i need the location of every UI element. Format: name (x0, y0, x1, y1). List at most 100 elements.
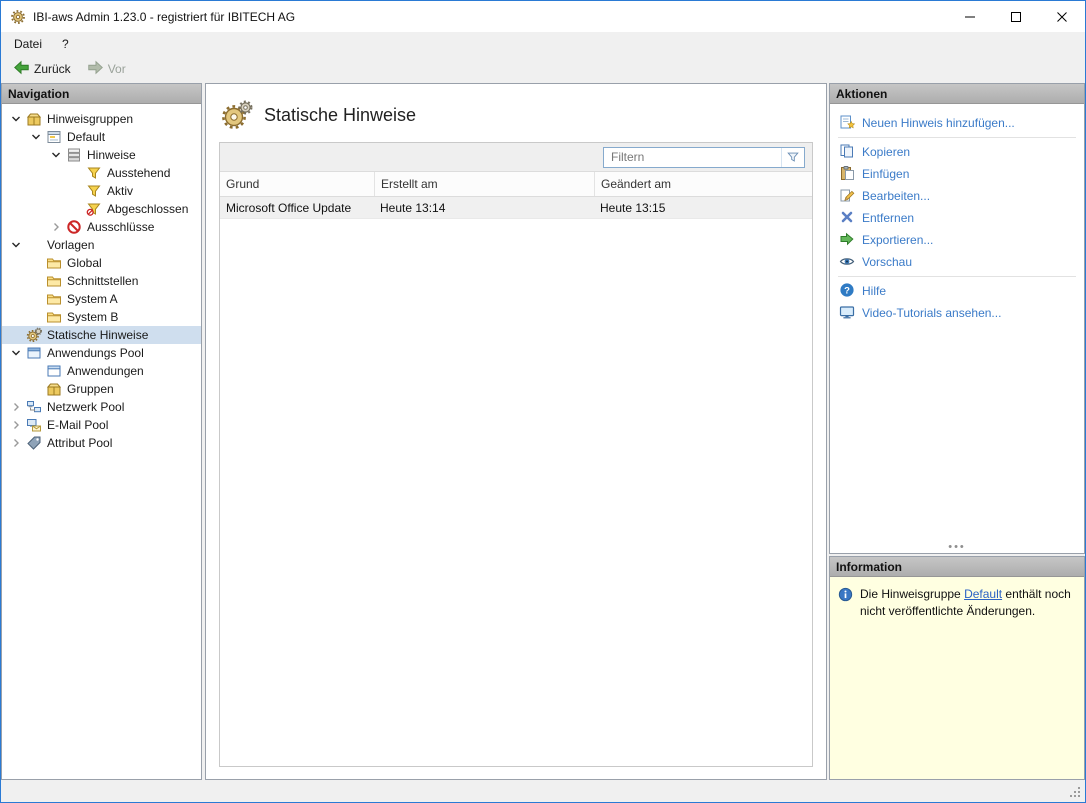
default-group-link[interactable]: Default (964, 587, 1002, 601)
actions-list: Neuen Hinweis hinzufügen... Kopieren Ein… (830, 104, 1084, 541)
app-window: IBI-aws Admin 1.23.0 - registriert für I… (0, 0, 1086, 803)
svg-text:?: ? (844, 285, 850, 296)
preview-eye-icon (839, 253, 855, 272)
filter-box (603, 147, 805, 168)
tree-item-anwendungs-pool[interactable]: Anwendungs Pool (2, 344, 201, 362)
edit-pencil-icon (839, 187, 855, 206)
tree-item-email-pool[interactable]: E-Mail Pool (2, 416, 201, 434)
tree-item-label: Anwendungs Pool (47, 346, 144, 360)
chevron-expanded-icon[interactable] (28, 129, 44, 145)
chevron-expanded-icon[interactable] (8, 345, 24, 361)
minimize-button[interactable] (947, 1, 993, 32)
table-header-row: Grund Erstellt am Geändert am (220, 172, 812, 197)
information-text: Die Hinweisgruppe Default enthält noch n… (860, 586, 1076, 621)
actions-separator (838, 276, 1076, 277)
close-button[interactable] (1039, 1, 1085, 32)
tree-item-label: Netzwerk Pool (47, 400, 124, 414)
help-action[interactable]: ? Hilfe (830, 280, 1084, 302)
tree-item-system-b[interactable]: System B (2, 308, 201, 326)
chevron-collapsed-icon[interactable] (48, 219, 64, 235)
tree-item-label: Aktiv (107, 184, 133, 198)
edit-action[interactable]: Bearbeiten... (830, 185, 1084, 207)
tree-item-label: Statische Hinweise (47, 328, 148, 342)
action-label: Exportieren... (862, 233, 933, 247)
add-hint-action[interactable]: Neuen Hinweis hinzufügen... (830, 112, 1084, 134)
panel-splitter[interactable]: ••• (830, 541, 1084, 553)
tree-item-system-a[interactable]: System A (2, 290, 201, 308)
filter-input[interactable] (604, 150, 781, 164)
chevron-expanded-icon[interactable] (48, 147, 64, 163)
navigation-tree: Hinweisgruppen Default Hinweise Ausstehe… (2, 104, 201, 779)
tree-item-hinweise[interactable]: Hinweise (2, 146, 201, 164)
tree-item-gruppen[interactable]: Gruppen (2, 380, 201, 398)
tree-item-label: Ausschlüsse (87, 220, 154, 234)
column-header-erstellt-am[interactable]: Erstellt am (374, 172, 594, 196)
tree-item-aktiv[interactable]: Aktiv (2, 182, 201, 200)
remove-action[interactable]: Entfernen (830, 207, 1084, 229)
menubar: Datei ? (1, 32, 1085, 56)
back-button-label: Zurück (34, 62, 71, 76)
table-row[interactable]: Microsoft Office Update Heute 13:14 Heut… (220, 197, 812, 219)
tree-item-ausstehend[interactable]: Ausstehend (2, 164, 201, 182)
tree-item-netzwerk-pool[interactable]: Netzwerk Pool (2, 398, 201, 416)
help-icon: ? (839, 282, 855, 301)
maximize-button[interactable] (993, 1, 1039, 32)
resize-grip[interactable] (1069, 786, 1082, 799)
paste-action[interactable]: Einfügen (830, 163, 1084, 185)
column-header-grund[interactable]: Grund (220, 172, 374, 196)
chevron-placeholder (28, 255, 44, 271)
tree-item-label: System B (67, 310, 118, 324)
action-label: Vorschau (862, 255, 912, 269)
copy-action[interactable]: Kopieren (830, 141, 1084, 163)
folder-icon (46, 291, 62, 307)
filter-bar (220, 143, 812, 172)
chevron-collapsed-icon[interactable] (8, 417, 24, 433)
action-label: Bearbeiten... (862, 189, 930, 203)
action-label: Kopieren (862, 145, 910, 159)
information-panel: Information Die Hinweisgruppe Default en… (829, 556, 1085, 780)
bottom-strip (1, 780, 1085, 802)
menu-datei[interactable]: Datei (4, 34, 52, 54)
main-panel: Statische Hinweise Grund Erstellt am Geä… (205, 83, 827, 780)
tree-item-attribut-pool[interactable]: Attribut Pool (2, 434, 201, 452)
cell-grund: Microsoft Office Update (220, 197, 374, 218)
chevron-collapsed-icon[interactable] (8, 399, 24, 415)
right-panel: Aktionen Neuen Hinweis hinzufügen... Kop… (829, 83, 1085, 780)
column-header-geaendert-am[interactable]: Geändert am (594, 172, 812, 196)
tree-item-schnittstellen[interactable]: Schnittstellen (2, 272, 201, 290)
tree-item-abgeschlossen[interactable]: Abgeschlossen (2, 200, 201, 218)
hint-form-icon (46, 129, 62, 145)
tree-item-default[interactable]: Default (2, 128, 201, 146)
tree-item-label: Hinweisgruppen (47, 112, 133, 126)
filter-funnel-icon[interactable] (781, 148, 804, 167)
chevron-expanded-icon[interactable] (8, 237, 24, 253)
tree-item-ausschluesse[interactable]: Ausschlüsse (2, 218, 201, 236)
video-tutorials-action[interactable]: Video-Tutorials ansehen... (830, 302, 1084, 324)
chevron-placeholder (28, 363, 44, 379)
app-icon (10, 9, 26, 25)
video-tv-icon (839, 304, 855, 323)
tree-item-label: Ausstehend (107, 166, 170, 180)
export-arrow-icon (839, 231, 855, 250)
menu-help[interactable]: ? (52, 34, 79, 54)
tree-item-label: Vorlagen (47, 238, 94, 252)
forward-button[interactable]: Vor (80, 58, 133, 80)
tree-item-global[interactable]: Global (2, 254, 201, 272)
action-label: Neuen Hinweis hinzufügen... (862, 116, 1015, 130)
export-action[interactable]: Exportieren... (830, 229, 1084, 251)
chevron-expanded-icon[interactable] (8, 111, 24, 127)
chevron-collapsed-icon[interactable] (8, 435, 24, 451)
preview-action[interactable]: Vorschau (830, 251, 1084, 273)
tree-item-vorlagen[interactable]: Vorlagen (2, 236, 201, 254)
chevron-placeholder (68, 165, 84, 181)
tree-item-anwendungen[interactable]: Anwendungen (2, 362, 201, 380)
tree-item-label: Hinweise (87, 148, 136, 162)
tree-item-hinweisgruppen[interactable]: Hinweisgruppen (2, 110, 201, 128)
attribute-tag-icon (26, 435, 42, 451)
tree-item-statische-hinweise[interactable]: Statische Hinweise (2, 326, 201, 344)
cell-geaendert-am: Heute 13:15 (594, 197, 812, 218)
chevron-placeholder (28, 273, 44, 289)
actions-panel: Aktionen Neuen Hinweis hinzufügen... Kop… (829, 83, 1085, 554)
back-button[interactable]: Zurück (6, 58, 78, 80)
mail-computer-icon (26, 417, 42, 433)
